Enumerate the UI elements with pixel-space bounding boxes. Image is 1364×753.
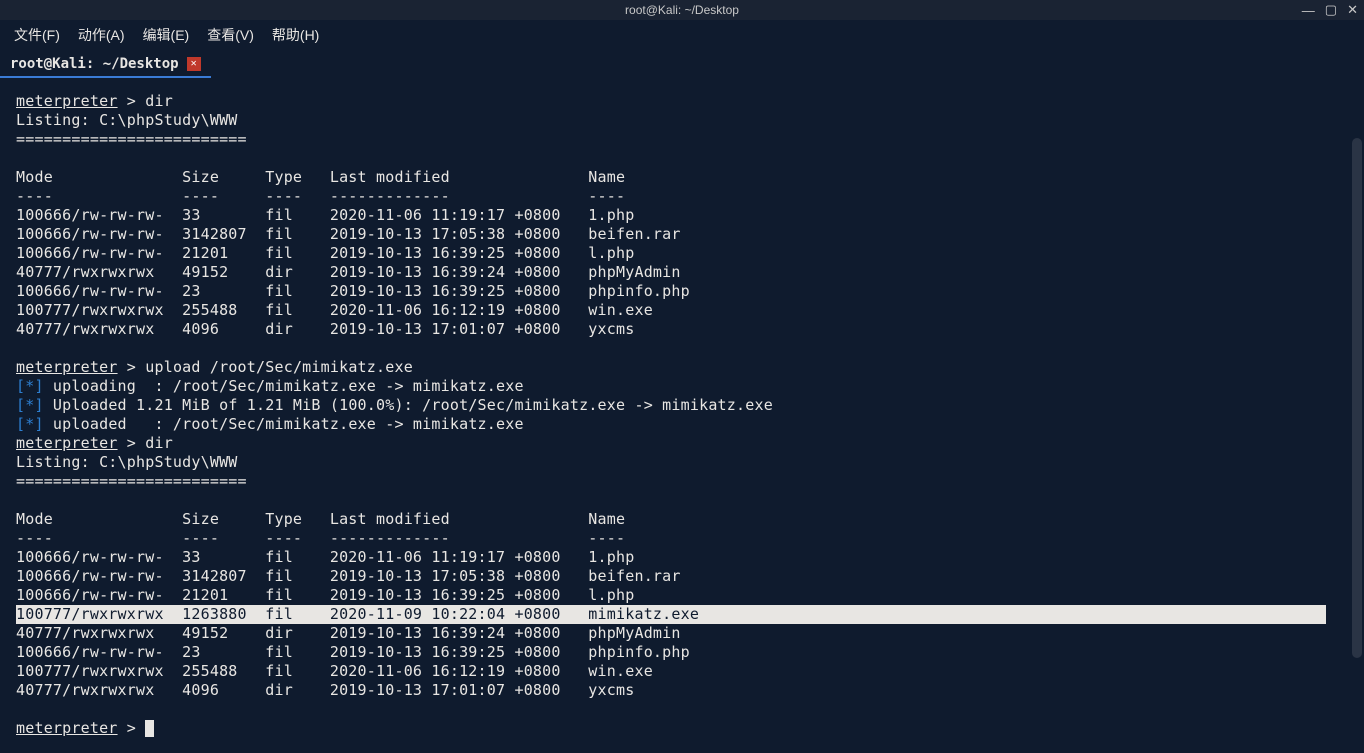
file-row: 100666/rw-rw-rw- 3142807 fil 2019-10-13 … — [16, 567, 1348, 586]
minimize-icon[interactable]: — — [1302, 3, 1315, 18]
menu-view[interactable]: 查看(V) — [207, 25, 254, 45]
menu-action[interactable]: 动作(A) — [78, 25, 125, 45]
tab-close-icon[interactable]: ✕ — [187, 57, 201, 71]
file-row: 40777/rwxrwxrwx 4096 dir 2019-10-13 17:0… — [16, 681, 1348, 700]
status-tag-icon: [*] — [16, 396, 44, 414]
file-row: 100666/rw-rw-rw- 3142807 fil 2019-10-13 … — [16, 225, 1348, 244]
file-row: 100777/rwxrwxrwx 255488 fil 2020-11-06 1… — [16, 662, 1348, 681]
prompt-line: meterpreter > dir — [16, 434, 1348, 453]
upload-status-line: [*] uploaded : /root/Sec/mimikatz.exe ->… — [16, 415, 1348, 434]
prompt-separator: > — [118, 434, 146, 452]
highlighted-row: 100777/rwxrwxrwx 1263880 fil 2020-11-09 … — [16, 605, 1326, 624]
blank-line — [16, 339, 1348, 358]
file-row: 40777/rwxrwxrwx 4096 dir 2019-10-13 17:0… — [16, 320, 1348, 339]
tab-terminal[interactable]: root@Kali: ~/Desktop ✕ — [0, 52, 211, 78]
blank-line — [16, 700, 1348, 719]
prompt-line: meterpreter > — [16, 719, 1348, 738]
status-text: uploading : /root/Sec/mimikatz.exe -> mi… — [44, 377, 524, 395]
blank-line — [16, 149, 1348, 168]
file-row: 100666/rw-rw-rw- 21201 fil 2019-10-13 16… — [16, 586, 1348, 605]
file-row: 100666/rw-rw-rw- 33 fil 2020-11-06 11:19… — [16, 548, 1348, 567]
menu-file[interactable]: 文件(F) — [14, 25, 60, 45]
prompt-line: meterpreter > dir — [16, 92, 1348, 111]
prompt-host: meterpreter — [16, 358, 118, 376]
menu-edit[interactable]: 编辑(E) — [143, 25, 190, 45]
file-row-text: 100666/rw-rw-rw- 33 fil 2020-11-06 11:19… — [16, 548, 634, 566]
upload-status-line: [*] uploading : /root/Sec/mimikatz.exe -… — [16, 377, 1348, 396]
column-dashes: ---- ---- ---- ------------- ---- — [16, 187, 1348, 206]
file-row: 40777/rwxrwxrwx 49152 dir 2019-10-13 16:… — [16, 263, 1348, 282]
window-title: root@Kali: ~/Desktop — [625, 3, 739, 17]
column-headers: Mode Size Type Last modified Name — [16, 510, 1348, 529]
file-row: 100777/rwxrwxrwx 255488 fil 2020-11-06 1… — [16, 301, 1348, 320]
prompt-separator: > — [118, 358, 146, 376]
file-row-text: 40777/rwxrwxrwx 49152 dir 2019-10-13 16:… — [16, 624, 681, 642]
maximize-icon[interactable]: ▢ — [1325, 2, 1337, 18]
status-text: Uploaded 1.21 MiB of 1.21 MiB (100.0%): … — [44, 396, 773, 414]
status-text: uploaded : /root/Sec/mimikatz.exe -> mim… — [44, 415, 524, 433]
file-row-text: 100777/rwxrwxrwx 255488 fil 2020-11-06 1… — [16, 662, 653, 680]
terminal-output[interactable]: meterpreter > dirListing: C:\phpStudy\WW… — [0, 78, 1364, 753]
listing-separator: ========================= — [16, 130, 1348, 149]
status-tag-icon: [*] — [16, 415, 44, 433]
column-headers: Mode Size Type Last modified Name — [16, 168, 1348, 187]
file-row-text: 100666/rw-rw-rw- 3142807 fil 2019-10-13 … — [16, 567, 681, 585]
terminal-area[interactable]: meterpreter > dirListing: C:\phpStudy\WW… — [0, 78, 1364, 753]
file-row: 40777/rwxrwxrwx 49152 dir 2019-10-13 16:… — [16, 624, 1348, 643]
tab-label: root@Kali: ~/Desktop — [10, 56, 179, 72]
prompt-separator: > — [118, 719, 146, 737]
file-row: 100666/rw-rw-rw- 21201 fil 2019-10-13 16… — [16, 244, 1348, 263]
listing-header: Listing: C:\phpStudy\WWW — [16, 453, 1348, 472]
command-dir: dir — [145, 434, 173, 452]
command-upload: upload /root/Sec/mimikatz.exe — [145, 358, 413, 376]
tabbar: root@Kali: ~/Desktop ✕ — [0, 50, 1364, 78]
file-row: 100666/rw-rw-rw- 23 fil 2019-10-13 16:39… — [16, 282, 1348, 301]
status-tag-icon: [*] — [16, 377, 44, 395]
prompt-separator: > — [118, 92, 146, 110]
window-controls: — ▢ ✕ — [1302, 0, 1358, 20]
window-titlebar: root@Kali: ~/Desktop — ▢ ✕ — [0, 0, 1364, 20]
menubar: 文件(F) 动作(A) 编辑(E) 查看(V) 帮助(H) — [0, 20, 1364, 50]
prompt-line: meterpreter > upload /root/Sec/mimikatz.… — [16, 358, 1348, 377]
file-row: 100666/rw-rw-rw- 23 fil 2019-10-13 16:39… — [16, 643, 1348, 662]
close-icon[interactable]: ✕ — [1347, 2, 1358, 18]
listing-header: Listing: C:\phpStudy\WWW — [16, 111, 1348, 130]
prompt-host: meterpreter — [16, 719, 118, 737]
scrollbar-thumb[interactable] — [1352, 138, 1362, 658]
prompt-host: meterpreter — [16, 434, 118, 452]
command-dir: dir — [145, 92, 173, 110]
file-row-text: 100666/rw-rw-rw- 23 fil 2019-10-13 16:39… — [16, 643, 690, 661]
file-row: 100666/rw-rw-rw- 33 fil 2020-11-06 11:19… — [16, 206, 1348, 225]
menu-help[interactable]: 帮助(H) — [272, 25, 319, 45]
listing-separator: ========================= — [16, 472, 1348, 491]
file-row-text: 40777/rwxrwxrwx 4096 dir 2019-10-13 17:0… — [16, 681, 634, 699]
file-row-text: 100666/rw-rw-rw- 21201 fil 2019-10-13 16… — [16, 586, 634, 604]
prompt-host: meterpreter — [16, 92, 118, 110]
file-row: 100777/rwxrwxrwx 1263880 fil 2020-11-09 … — [16, 605, 1348, 624]
upload-status-line: [*] Uploaded 1.21 MiB of 1.21 MiB (100.0… — [16, 396, 1348, 415]
blank-line — [16, 491, 1348, 510]
cursor-icon — [145, 720, 154, 737]
column-dashes: ---- ---- ---- ------------- ---- — [16, 529, 1348, 548]
